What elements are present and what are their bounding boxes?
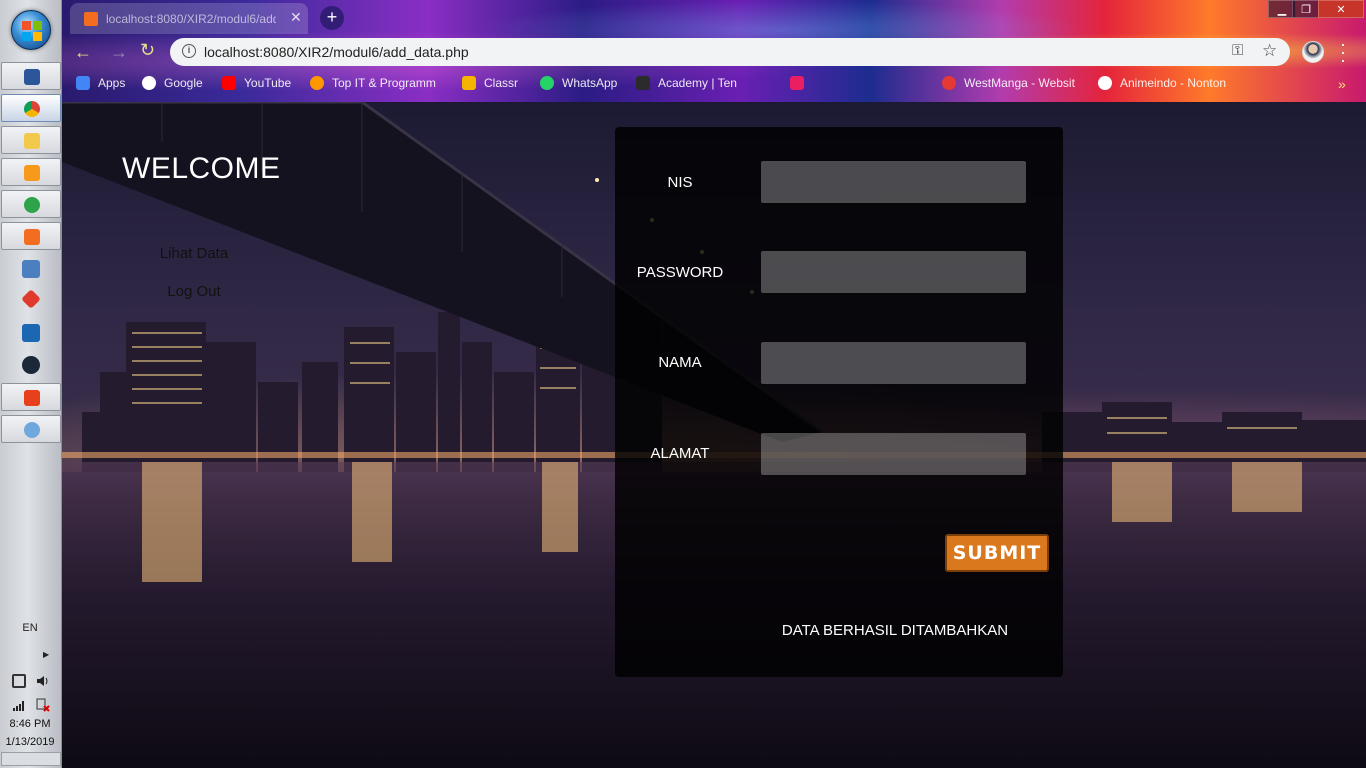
windows-logo-icon	[22, 21, 42, 41]
bookmark-label: Google	[164, 76, 203, 90]
signal-icon[interactable]	[12, 698, 26, 712]
key-icon[interactable]: ⚿	[1232, 42, 1243, 59]
bookmark-label: Academy | Ten	[658, 76, 737, 90]
start-button[interactable]	[11, 10, 51, 50]
browser-tab[interactable]: localhost:8080/XIR2/modul6/add_data.php …	[70, 3, 308, 34]
volume-icon[interactable]	[36, 674, 50, 688]
clock-time[interactable]: 8:46 PM	[0, 718, 60, 730]
firefox-icon	[310, 76, 324, 90]
password-label: PASSWORD	[636, 264, 724, 281]
apps-grid-icon	[76, 76, 90, 90]
restore-button[interactable]: ❐	[1292, 0, 1320, 18]
taskbar-explorer-button[interactable]	[1, 126, 61, 154]
bookmark-classroom[interactable]: Classr	[462, 76, 532, 94]
atom-icon	[24, 197, 40, 213]
bookmark-label: Classr	[484, 76, 519, 90]
youtube-icon	[222, 76, 236, 90]
bookmark-label: WestManga - Websit	[964, 76, 1075, 90]
add-data-form: NIS PASSWORD NAMA ALAMAT SUBMIT DATA BER…	[615, 127, 1063, 677]
bookmark-youtube[interactable]: YouTube	[222, 76, 302, 94]
taskbar-chrome-button[interactable]	[1, 94, 61, 122]
word-icon	[24, 69, 40, 85]
site-info-icon[interactable]: i	[182, 44, 196, 58]
address-bar[interactable]: i localhost:8080/XIR2/modul6/add_data.ph…	[170, 38, 1290, 66]
nis-input[interactable]	[761, 161, 1026, 203]
bookmark-google[interactable]: Google	[142, 76, 214, 94]
whatsapp-icon	[540, 76, 554, 90]
academy-icon	[636, 76, 650, 90]
windows-taskbar: EN ▶ 8:46 PM 1/13/2019	[0, 0, 62, 768]
submit-button[interactable]: SUBMIT	[945, 534, 1049, 572]
google-icon	[142, 76, 156, 90]
url-text[interactable]: localhost:8080/XIR2/modul6/add_data.php	[204, 44, 469, 60]
bookmark-whatsapp[interactable]: WhatsApp	[540, 76, 626, 94]
language-indicator[interactable]: EN	[0, 622, 60, 634]
reload-button[interactable]: ↻	[140, 40, 155, 61]
file-explorer-icon	[24, 133, 40, 149]
forward-button[interactable]: →	[110, 42, 128, 63]
new-tab-button[interactable]: +	[320, 6, 344, 30]
classroom-icon	[462, 76, 476, 90]
office-icon	[24, 390, 40, 406]
steam-icon[interactable]	[22, 356, 40, 374]
taskbar-word-button[interactable]	[1, 62, 61, 90]
usb-device-icon[interactable]	[12, 674, 26, 688]
password-input[interactable]	[761, 251, 1026, 293]
taskbar-xampp-button[interactable]	[1, 222, 61, 250]
media-player-icon	[24, 165, 40, 181]
alamat-input[interactable]	[761, 433, 1026, 475]
back-button[interactable]: ←	[74, 42, 92, 63]
bookmark-site-icon	[790, 76, 804, 90]
bookmark-apps[interactable]: Apps	[76, 76, 140, 94]
git-icon[interactable]	[21, 289, 41, 309]
nis-label: NIS	[667, 174, 693, 191]
bookmark-unnamed[interactable]	[790, 76, 900, 94]
bookmark-label: YouTube	[244, 76, 292, 90]
bookmark-academy[interactable]: Academy | Ten	[636, 76, 768, 94]
bookmarks-bar: Apps Google YouTube Top IT & Programm Cl…	[62, 72, 1366, 96]
bookmark-animeindo[interactable]: Animeindo - Nonton	[1098, 76, 1238, 94]
xampp-icon	[24, 229, 40, 245]
browser-toolbar: localhost:8080/XIR2/modul6/add_data.php …	[62, 0, 1366, 102]
bookmark-westmanga[interactable]: WestManga - Websit	[942, 76, 1092, 94]
xampp-favicon-icon	[84, 12, 98, 26]
show-hidden-icons-icon[interactable]: ▶	[43, 650, 49, 659]
window-close-button[interactable]: ✕	[1318, 0, 1364, 18]
taskbar-atom-button[interactable]	[1, 190, 61, 218]
virtualbox-icon[interactable]	[22, 260, 40, 278]
network-icon	[24, 422, 40, 438]
bookmark-label: Animeindo - Nonton	[1120, 76, 1227, 90]
taskbar-media-button[interactable]	[1, 158, 61, 186]
nama-label: NAMA	[658, 354, 702, 371]
animeindo-icon	[1098, 76, 1112, 90]
filezilla-icon[interactable]	[22, 324, 40, 342]
nav-logout-link[interactable]: Log Out	[144, 283, 244, 300]
taskbar-office-button[interactable]	[1, 383, 61, 411]
welcome-heading: WELCOME	[122, 152, 281, 185]
nav-lihat-data-link[interactable]: Lihat Data	[144, 245, 244, 262]
taskbar-network-button[interactable]	[1, 415, 61, 443]
clock-date[interactable]: 1/13/2019	[0, 736, 60, 748]
bookmark-label: Apps	[98, 76, 126, 90]
profile-avatar[interactable]	[1302, 41, 1324, 63]
web-page: WELCOME Lihat Data Log Out NIS PASSWORD …	[62, 102, 1366, 768]
bookmark-label: Top IT & Programm	[332, 76, 436, 90]
tab-close-icon[interactable]: ✕	[290, 9, 302, 26]
nama-input[interactable]	[761, 342, 1026, 384]
status-message: DATA BERHASIL DITAMBAHKAN	[781, 622, 1009, 639]
more-bookmarks-icon[interactable]: »	[1338, 76, 1346, 92]
chrome-icon	[24, 101, 40, 117]
westmanga-icon	[942, 76, 956, 90]
system-tray: EN ▶ 8:46 PM 1/13/2019	[0, 618, 62, 768]
network-disconnected-icon[interactable]	[36, 698, 50, 712]
show-desktop-button[interactable]	[1, 752, 61, 766]
chrome-menu-icon[interactable]: · · ·	[1338, 35, 1348, 69]
bookmark-label: WhatsApp	[562, 76, 618, 90]
alamat-label: ALAMAT	[650, 445, 710, 462]
tab-title: localhost:8080/XIR2/modul6/add_data.php	[106, 12, 276, 26]
bookmark-top-it[interactable]: Top IT & Programm	[310, 76, 450, 94]
bookmark-star-icon[interactable]: ☆	[1262, 41, 1277, 61]
